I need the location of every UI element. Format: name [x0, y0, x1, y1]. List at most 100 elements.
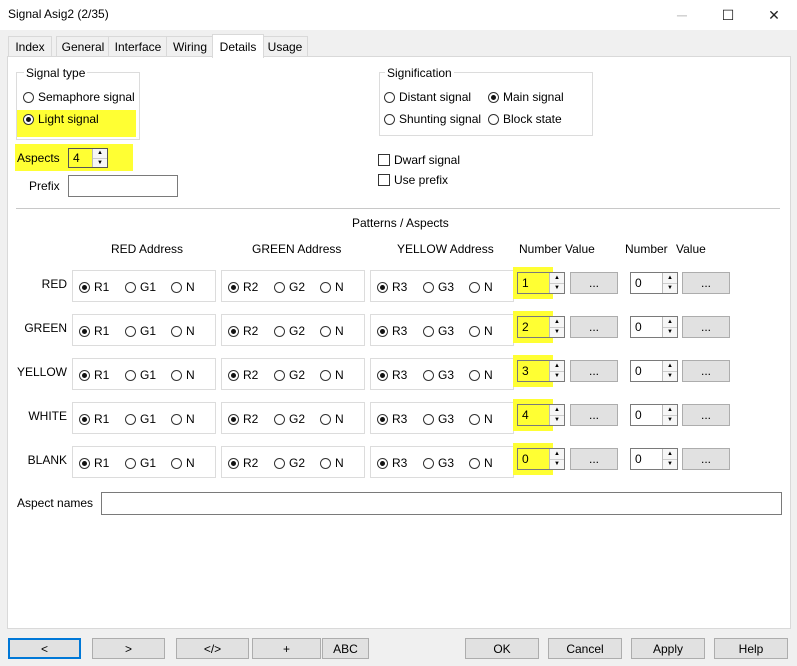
number1-spinner-red[interactable]: 1 ▲ ▼: [517, 272, 565, 294]
yellow-radio-g3-blank[interactable]: G3: [423, 456, 454, 470]
help-button[interactable]: Help: [714, 638, 788, 659]
green-radio-n-white[interactable]: N: [320, 412, 344, 426]
red-radio-r1-blank[interactable]: R1: [79, 456, 109, 470]
spin-up-icon[interactable]: ▲: [663, 361, 677, 372]
use-prefix-checkbox[interactable]: Use prefix: [378, 173, 448, 187]
red-radio-n-red[interactable]: N: [171, 280, 195, 294]
ok-button[interactable]: OK: [465, 638, 539, 659]
green-radio-g2-red[interactable]: G2: [274, 280, 305, 294]
spin-down-icon[interactable]: ▼: [550, 327, 564, 337]
value2-button-green[interactable]: ...: [682, 316, 730, 338]
yellow-radio-n-blank[interactable]: N: [469, 456, 493, 470]
yellow-radio-n-red[interactable]: N: [469, 280, 493, 294]
distant-signal-radio[interactable]: Distant signal: [384, 90, 471, 104]
yellow-radio-r3-red[interactable]: R3: [377, 280, 407, 294]
green-radio-g2-white[interactable]: G2: [274, 412, 305, 426]
cancel-button[interactable]: Cancel: [548, 638, 622, 659]
green-radio-r2-yellow[interactable]: R2: [228, 368, 258, 382]
number2-spinner-white[interactable]: 0 ▲ ▼: [630, 404, 678, 426]
close-icon[interactable]: ✕: [751, 0, 797, 30]
spin-down-icon[interactable]: ▼: [550, 459, 564, 469]
number2-spinner-red[interactable]: 0 ▲ ▼: [630, 272, 678, 294]
green-radio-r2-green[interactable]: R2: [228, 324, 258, 338]
number1-spinner-yellow[interactable]: 3 ▲ ▼: [517, 360, 565, 382]
spin-down-icon[interactable]: ▼: [663, 459, 677, 469]
spin-up-icon[interactable]: ▲: [663, 317, 677, 328]
green-radio-r2-blank[interactable]: R2: [228, 456, 258, 470]
red-radio-r1-red[interactable]: R1: [79, 280, 109, 294]
tab-wiring[interactable]: Wiring: [166, 36, 214, 57]
tab-usage[interactable]: Usage: [262, 36, 308, 57]
spin-down-icon[interactable]: ▼: [663, 415, 677, 425]
spin-up-icon[interactable]: ▲: [550, 273, 564, 284]
red-radio-n-white[interactable]: N: [171, 412, 195, 426]
spin-up-icon[interactable]: ▲: [663, 405, 677, 416]
spin-down-icon[interactable]: ▼: [93, 158, 107, 167]
red-radio-g1-red[interactable]: G1: [125, 280, 156, 294]
yellow-radio-g3-yellow[interactable]: G3: [423, 368, 454, 382]
light-signal-radio[interactable]: Light signal: [23, 112, 99, 126]
value1-button-white[interactable]: ...: [570, 404, 618, 426]
red-radio-n-green[interactable]: N: [171, 324, 195, 338]
value1-button-red[interactable]: ...: [570, 272, 618, 294]
tab-details[interactable]: Details: [212, 34, 264, 58]
code-button[interactable]: </>: [176, 638, 249, 659]
next-button[interactable]: >: [92, 638, 165, 659]
spin-up-icon[interactable]: ▲: [550, 361, 564, 372]
yellow-radio-r3-green[interactable]: R3: [377, 324, 407, 338]
yellow-radio-n-green[interactable]: N: [469, 324, 493, 338]
spin-up-icon[interactable]: ▲: [550, 405, 564, 416]
semaphore-signal-radio[interactable]: Semaphore signal: [23, 90, 135, 104]
spin-up-icon[interactable]: ▲: [550, 317, 564, 328]
tab-general[interactable]: General: [56, 36, 110, 57]
tab-interface[interactable]: Interface: [108, 36, 168, 57]
green-radio-n-blank[interactable]: N: [320, 456, 344, 470]
spin-down-icon[interactable]: ▼: [550, 415, 564, 425]
green-radio-r2-red[interactable]: R2: [228, 280, 258, 294]
aspects-spinner[interactable]: 4 ▲ ▼: [68, 148, 108, 168]
yellow-radio-r3-white[interactable]: R3: [377, 412, 407, 426]
red-radio-n-yellow[interactable]: N: [171, 368, 195, 382]
yellow-radio-n-yellow[interactable]: N: [469, 368, 493, 382]
number1-spinner-white[interactable]: 4 ▲ ▼: [517, 404, 565, 426]
spin-up-icon[interactable]: ▲: [663, 449, 677, 460]
apply-button[interactable]: Apply: [631, 638, 705, 659]
green-radio-r2-white[interactable]: R2: [228, 412, 258, 426]
tab-index[interactable]: Index: [8, 36, 52, 57]
spin-down-icon[interactable]: ▼: [663, 283, 677, 293]
spin-down-icon[interactable]: ▼: [550, 283, 564, 293]
number1-spinner-blank[interactable]: 0 ▲ ▼: [517, 448, 565, 470]
plus-button[interactable]: +: [252, 638, 321, 659]
yellow-radio-g3-red[interactable]: G3: [423, 280, 454, 294]
red-radio-r1-white[interactable]: R1: [79, 412, 109, 426]
dwarf-signal-checkbox[interactable]: Dwarf signal: [378, 153, 460, 167]
red-radio-g1-blank[interactable]: G1: [125, 456, 156, 470]
yellow-radio-n-white[interactable]: N: [469, 412, 493, 426]
spin-up-icon[interactable]: ▲: [663, 273, 677, 284]
prefix-input[interactable]: [68, 175, 178, 197]
number2-spinner-green[interactable]: 0 ▲ ▼: [630, 316, 678, 338]
minimize-icon[interactable]: ─: [659, 0, 705, 30]
spin-up-icon[interactable]: ▲: [550, 449, 564, 460]
spin-down-icon[interactable]: ▼: [663, 327, 677, 337]
green-radio-n-red[interactable]: N: [320, 280, 344, 294]
value2-button-yellow[interactable]: ...: [682, 360, 730, 382]
green-radio-g2-yellow[interactable]: G2: [274, 368, 305, 382]
aspect-names-input[interactable]: [101, 492, 782, 515]
previous-button[interactable]: <: [8, 638, 81, 659]
value2-button-red[interactable]: ...: [682, 272, 730, 294]
spin-down-icon[interactable]: ▼: [550, 371, 564, 381]
yellow-radio-r3-blank[interactable]: R3: [377, 456, 407, 470]
yellow-radio-g3-green[interactable]: G3: [423, 324, 454, 338]
green-radio-n-green[interactable]: N: [320, 324, 344, 338]
abc-button[interactable]: ABC: [322, 638, 369, 659]
green-radio-g2-green[interactable]: G2: [274, 324, 305, 338]
shunting-signal-radio[interactable]: Shunting signal: [384, 112, 481, 126]
red-radio-r1-green[interactable]: R1: [79, 324, 109, 338]
spin-up-icon[interactable]: ▲: [93, 149, 107, 159]
value2-button-white[interactable]: ...: [682, 404, 730, 426]
main-signal-radio[interactable]: Main signal: [488, 90, 564, 104]
maximize-icon[interactable]: ☐: [705, 0, 751, 30]
spin-down-icon[interactable]: ▼: [663, 371, 677, 381]
value1-button-green[interactable]: ...: [570, 316, 618, 338]
